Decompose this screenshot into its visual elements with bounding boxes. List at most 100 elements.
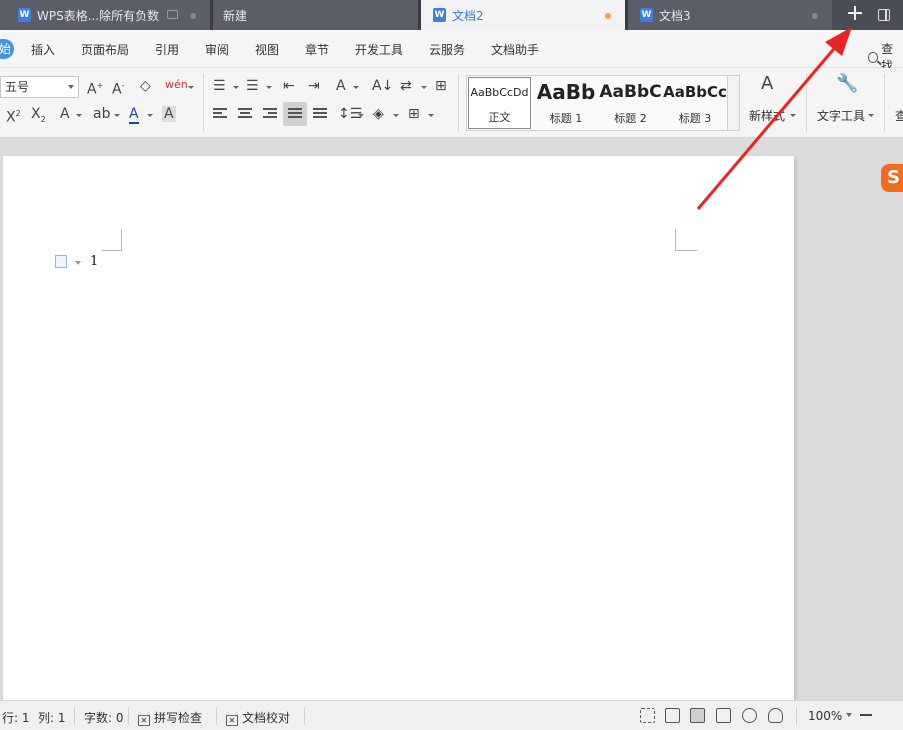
chevron-down-icon[interactable] [188,86,194,89]
font-size-value: 五号 [5,80,30,94]
align-center-icon[interactable] [238,108,252,120]
tab-document-2[interactable]: W 文档2 [421,0,625,30]
tab-status-dot [190,13,196,19]
chevron-down-icon[interactable] [846,713,852,717]
page-view-icon[interactable] [690,708,705,723]
sogou-ime-icon[interactable]: S [881,164,903,192]
increase-indent-icon[interactable]: ⇥ [308,78,320,94]
new-tab-button[interactable]: + [840,0,870,30]
menu-developer[interactable]: 开发工具 [355,41,403,58]
document-text[interactable]: 1 [90,254,98,269]
chevron-down-icon[interactable] [790,114,796,117]
font-color-icon[interactable]: A [129,106,139,124]
gallery-scroll[interactable] [727,76,739,130]
tab-label: 文档3 [659,8,691,23]
chevron-down-icon[interactable] [393,114,399,117]
align-right-icon[interactable] [263,108,277,120]
style-normal[interactable]: AaBbCcDd 正文 [468,77,531,129]
window-layout-icon[interactable] [878,9,890,21]
search-icon [868,51,879,63]
ribbon-divider [806,74,807,132]
sort-icon[interactable]: A↓ [372,78,393,94]
menu-cloud[interactable]: 云服务 [429,41,465,58]
clear-format-icon[interactable]: ◇ [140,78,151,94]
tab-document-3[interactable]: W 文档3 [628,0,832,30]
status-bar: 行: 1 列: 1 字数: 0 ✕ 拼写检查 ✕ 文档校对 100% [0,700,903,730]
tab-label: 文档2 [452,8,484,23]
menu-section[interactable]: 章节 [305,41,329,58]
phonetic-guide-icon[interactable]: wén [165,77,188,93]
chevron-down-icon[interactable] [266,86,272,89]
chevron-down-icon[interactable] [353,86,359,89]
borders-icon[interactable]: ⊞ [408,106,420,122]
zoom-level[interactable]: 100% [808,709,842,723]
wrench-icon[interactable]: 🔧 [836,75,858,93]
shading-fill-icon[interactable]: ◈ [373,106,384,122]
tab-wps-spreadsheet[interactable]: W WPS表格...除所有负数 [0,0,210,30]
chevron-down-icon[interactable] [76,114,82,117]
grow-font-icon[interactable]: A+ [87,78,103,98]
text-effect-icon[interactable]: A [60,106,70,122]
highlight-icon[interactable]: ab [93,106,110,122]
margin-corner-left [102,229,122,251]
paragraph-layout-icon[interactable] [55,255,67,268]
reading-mode-icon[interactable] [665,708,680,723]
menu-references[interactable]: 引用 [155,41,179,58]
web-view-icon[interactable] [742,708,757,723]
new-style-button[interactable]: 新样式 [749,107,785,124]
row-indicator: 行: 1 [2,711,30,725]
shrink-font-icon[interactable]: A- [112,78,124,98]
tab-new[interactable]: 新建 [213,0,418,30]
chevron-down-icon[interactable] [421,86,427,89]
chevron-down-icon[interactable] [114,114,120,117]
fullscreen-icon[interactable] [640,708,655,723]
bullet-list-icon[interactable]: ☰ [213,78,226,94]
style-heading-1[interactable]: AaBb 标题 1 [534,77,598,129]
subscript-icon[interactable]: X2 [31,106,46,128]
menu-page-layout[interactable]: 页面布局 [81,41,129,58]
menu-view[interactable]: 视图 [255,41,279,58]
new-style-icon[interactable]: A [761,75,773,93]
proofread-button[interactable]: ✕ 文档校对 [226,709,290,726]
chevron-down-icon[interactable] [75,261,81,265]
eye-protect-icon[interactable] [768,708,783,723]
justify-button[interactable] [283,102,307,126]
document-page[interactable]: 1 [3,156,794,716]
proofread-label: 文档校对 [242,711,291,725]
char-shading-icon[interactable]: A [162,106,176,122]
superscript-icon[interactable]: X2 [6,106,21,126]
word-count[interactable]: 字数: 0 [84,709,124,726]
menu-doc-assistant[interactable]: 文档助手 [491,41,539,58]
document-icon: W [433,8,446,22]
menu-review[interactable]: 审阅 [205,41,229,58]
chevron-down-icon[interactable] [147,114,153,117]
chevron-down-icon[interactable] [358,114,364,117]
style-heading-2[interactable]: AaBbC 标题 2 [599,77,662,129]
spell-check-button[interactable]: ✕ 拼写检查 [138,709,202,726]
ribbon-divider [458,74,459,132]
text-tools-button[interactable]: 文字工具 [817,107,865,124]
spell-check-label: 拼写检查 [154,711,203,725]
zoom-out-icon[interactable] [860,714,872,716]
show-marks-icon[interactable]: ⊞ [435,78,447,94]
decrease-indent-icon[interactable]: ⇤ [283,78,295,94]
find-button-partial[interactable]: 查 [895,107,903,124]
outline-view-icon[interactable] [716,708,731,723]
ribbon-divider [203,74,204,132]
wps-writer-window: W WPS表格...除所有负数 新建 W 文档2 W 文档3 + 始 插入 页面… [0,0,903,730]
menu-insert[interactable]: 插入 [31,41,55,58]
font-size-select[interactable]: 五号 [0,76,79,98]
chevron-down-icon[interactable] [233,86,239,89]
chevron-down-icon[interactable] [428,114,434,117]
line-spacing-swap-icon[interactable]: ⇄ [400,78,412,94]
ribbon-divider [884,74,885,132]
chevron-down-icon[interactable] [868,114,874,117]
distribute-icon[interactable] [313,108,327,120]
numbered-list-icon[interactable]: ☰ [246,78,259,94]
style-heading-3[interactable]: AaBbCc 标题 3 [663,77,727,129]
align-left-icon[interactable] [213,108,227,120]
justify-icon [288,108,302,120]
text-direction-icon[interactable]: A [336,78,346,94]
margin-corner-right [675,229,697,251]
menu-start[interactable]: 始 [0,39,14,59]
